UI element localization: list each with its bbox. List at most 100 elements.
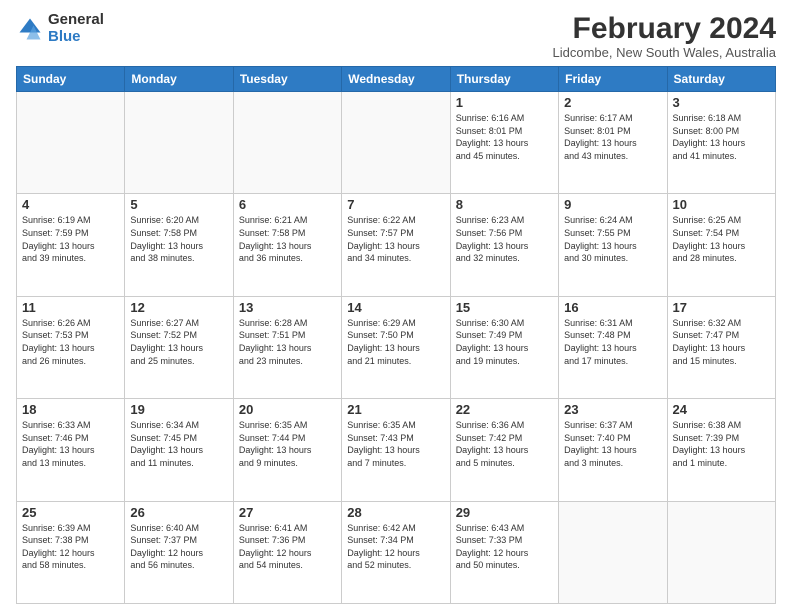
calendar-cell — [233, 92, 341, 194]
day-info: Sunrise: 6:18 AM Sunset: 8:00 PM Dayligh… — [673, 112, 770, 162]
day-number: 15 — [456, 300, 553, 315]
day-info: Sunrise: 6:21 AM Sunset: 7:58 PM Dayligh… — [239, 214, 336, 264]
calendar-cell: 14Sunrise: 6:29 AM Sunset: 7:50 PM Dayli… — [342, 296, 450, 398]
logo-general: General — [48, 12, 104, 29]
day-number: 12 — [130, 300, 227, 315]
week-row-4: 25Sunrise: 6:39 AM Sunset: 7:38 PM Dayli… — [17, 501, 776, 603]
title-block: February 2024 Lidcombe, New South Wales,… — [552, 12, 776, 60]
day-number: 13 — [239, 300, 336, 315]
calendar-cell — [17, 92, 125, 194]
day-info: Sunrise: 6:41 AM Sunset: 7:36 PM Dayligh… — [239, 522, 336, 572]
calendar-cell: 28Sunrise: 6:42 AM Sunset: 7:34 PM Dayli… — [342, 501, 450, 603]
week-row-0: 1Sunrise: 6:16 AM Sunset: 8:01 PM Daylig… — [17, 92, 776, 194]
week-row-3: 18 Sunrise: 6:33 AM Sunset: 7:46 PM Dayli… — [17, 399, 776, 501]
day-info: Sunrise: 6:34 AM Sunset: 7:45 PM Dayligh… — [130, 419, 227, 469]
calendar-cell: 22 Sunrise: 6:36 AM Sunset: 7:42 PM Dayli… — [450, 399, 558, 501]
day-number: 2 — [564, 95, 661, 110]
day-info: Sunrise: 6:31 AM Sunset: 7:48 PM Dayligh… — [564, 317, 661, 367]
calendar-cell — [342, 92, 450, 194]
day-info: Sunrise: 6:35 AM Sunset: 7:43 PM Dayligh… — [347, 419, 444, 469]
day-info: Sunrise: 6:43 AM Sunset: 7:33 PM Dayligh… — [456, 522, 553, 572]
day-info: Sunrise: 6:37 AM Sunset: 7:40 PM Dayligh… — [564, 419, 661, 469]
day-info: Sunrise: 6:17 AM Sunset: 8:01 PM Dayligh… — [564, 112, 661, 162]
day-number: 4 — [22, 197, 119, 212]
day-info: Sunrise: 6:32 AM Sunset: 7:47 PM Dayligh… — [673, 317, 770, 367]
calendar-cell: 20 Sunrise: 6:35 AM Sunset: 7:44 PM Dayli… — [233, 399, 341, 501]
calendar-cell: 19 Sunrise: 6:34 AM Sunset: 7:45 PM Dayli… — [125, 399, 233, 501]
day-number: 28 — [347, 505, 444, 520]
subtitle: Lidcombe, New South Wales, Australia — [552, 45, 776, 60]
day-number: 23 — [564, 402, 661, 417]
col-header-thursday: Thursday — [450, 67, 558, 92]
col-header-saturday: Saturday — [667, 67, 775, 92]
calendar-cell: 12 Sunrise: 6:27 AM Sunset: 7:52 PM Dayli… — [125, 296, 233, 398]
calendar-cell — [667, 501, 775, 603]
day-number: 21 — [347, 402, 444, 417]
day-info: Sunrise: 6:23 AM Sunset: 7:56 PM Dayligh… — [456, 214, 553, 264]
day-number: 20 — [239, 402, 336, 417]
day-number: 9 — [564, 197, 661, 212]
day-info: Sunrise: 6:33 AM Sunset: 7:46 PM Dayligh… — [22, 419, 119, 469]
calendar-cell: 7Sunrise: 6:22 AM Sunset: 7:57 PM Daylig… — [342, 194, 450, 296]
day-number: 14 — [347, 300, 444, 315]
col-header-sunday: Sunday — [17, 67, 125, 92]
day-number: 7 — [347, 197, 444, 212]
day-number: 18 — [22, 402, 119, 417]
day-info: Sunrise: 6:28 AM Sunset: 7:51 PM Dayligh… — [239, 317, 336, 367]
day-info: Sunrise: 6:38 AM Sunset: 7:39 PM Dayligh… — [673, 419, 770, 469]
day-number: 29 — [456, 505, 553, 520]
calendar-cell: 5 Sunrise: 6:20 AM Sunset: 7:58 PM Daylig… — [125, 194, 233, 296]
day-info: Sunrise: 6:20 AM Sunset: 7:58 PM Dayligh… — [130, 214, 227, 264]
day-info: Sunrise: 6:26 AM Sunset: 7:53 PM Dayligh… — [22, 317, 119, 367]
calendar-cell: 23 Sunrise: 6:37 AM Sunset: 7:40 PM Dayli… — [559, 399, 667, 501]
calendar-cell: 27 Sunrise: 6:41 AM Sunset: 7:36 PM Dayli… — [233, 501, 341, 603]
week-row-1: 4Sunrise: 6:19 AM Sunset: 7:59 PM Daylig… — [17, 194, 776, 296]
day-number: 22 — [456, 402, 553, 417]
day-info: Sunrise: 6:27 AM Sunset: 7:52 PM Dayligh… — [130, 317, 227, 367]
day-number: 19 — [130, 402, 227, 417]
calendar-header-row: SundayMondayTuesdayWednesdayThursdayFrid… — [17, 67, 776, 92]
calendar-cell: 24 Sunrise: 6:38 AM Sunset: 7:39 PM Dayli… — [667, 399, 775, 501]
day-number: 16 — [564, 300, 661, 315]
calendar-cell: 13 Sunrise: 6:28 AM Sunset: 7:51 PM Dayli… — [233, 296, 341, 398]
day-number: 17 — [673, 300, 770, 315]
calendar-cell: 29 Sunrise: 6:43 AM Sunset: 7:33 PM Dayli… — [450, 501, 558, 603]
calendar-cell — [559, 501, 667, 603]
col-header-monday: Monday — [125, 67, 233, 92]
calendar-cell: 15 Sunrise: 6:30 AM Sunset: 7:49 PM Dayli… — [450, 296, 558, 398]
week-row-2: 11 Sunrise: 6:26 AM Sunset: 7:53 PM Dayli… — [17, 296, 776, 398]
day-info: Sunrise: 6:35 AM Sunset: 7:44 PM Dayligh… — [239, 419, 336, 469]
col-header-wednesday: Wednesday — [342, 67, 450, 92]
header: General Blue February 2024 Lidcombe, New… — [16, 12, 776, 60]
calendar-cell: 2 Sunrise: 6:17 AM Sunset: 8:01 PM Daylig… — [559, 92, 667, 194]
day-number: 5 — [130, 197, 227, 212]
day-info: Sunrise: 6:24 AM Sunset: 7:55 PM Dayligh… — [564, 214, 661, 264]
calendar-cell: 10Sunrise: 6:25 AM Sunset: 7:54 PM Dayli… — [667, 194, 775, 296]
calendar-cell: 1Sunrise: 6:16 AM Sunset: 8:01 PM Daylig… — [450, 92, 558, 194]
day-number: 10 — [673, 197, 770, 212]
calendar-cell — [125, 92, 233, 194]
day-number: 11 — [22, 300, 119, 315]
calendar-cell: 25Sunrise: 6:39 AM Sunset: 7:38 PM Dayli… — [17, 501, 125, 603]
page: General Blue February 2024 Lidcombe, New… — [0, 0, 792, 612]
day-number: 27 — [239, 505, 336, 520]
col-header-friday: Friday — [559, 67, 667, 92]
calendar-cell: 4Sunrise: 6:19 AM Sunset: 7:59 PM Daylig… — [17, 194, 125, 296]
main-title: February 2024 — [552, 12, 776, 45]
logo-text: General Blue — [48, 12, 104, 45]
day-number: 3 — [673, 95, 770, 110]
day-number: 24 — [673, 402, 770, 417]
day-info: Sunrise: 6:36 AM Sunset: 7:42 PM Dayligh… — [456, 419, 553, 469]
col-header-tuesday: Tuesday — [233, 67, 341, 92]
day-number: 8 — [456, 197, 553, 212]
calendar-cell: 9 Sunrise: 6:24 AM Sunset: 7:55 PM Daylig… — [559, 194, 667, 296]
calendar-cell: 11 Sunrise: 6:26 AM Sunset: 7:53 PM Dayli… — [17, 296, 125, 398]
calendar-cell: 8 Sunrise: 6:23 AM Sunset: 7:56 PM Daylig… — [450, 194, 558, 296]
logo-blue: Blue — [48, 29, 104, 46]
calendar-cell: 6Sunrise: 6:21 AM Sunset: 7:58 PM Daylig… — [233, 194, 341, 296]
day-info: Sunrise: 6:16 AM Sunset: 8:01 PM Dayligh… — [456, 112, 553, 162]
calendar-cell: 26Sunrise: 6:40 AM Sunset: 7:37 PM Dayli… — [125, 501, 233, 603]
logo: General Blue — [16, 12, 104, 45]
calendar-cell: 3 Sunrise: 6:18 AM Sunset: 8:00 PM Daylig… — [667, 92, 775, 194]
day-info: Sunrise: 6:30 AM Sunset: 7:49 PM Dayligh… — [456, 317, 553, 367]
